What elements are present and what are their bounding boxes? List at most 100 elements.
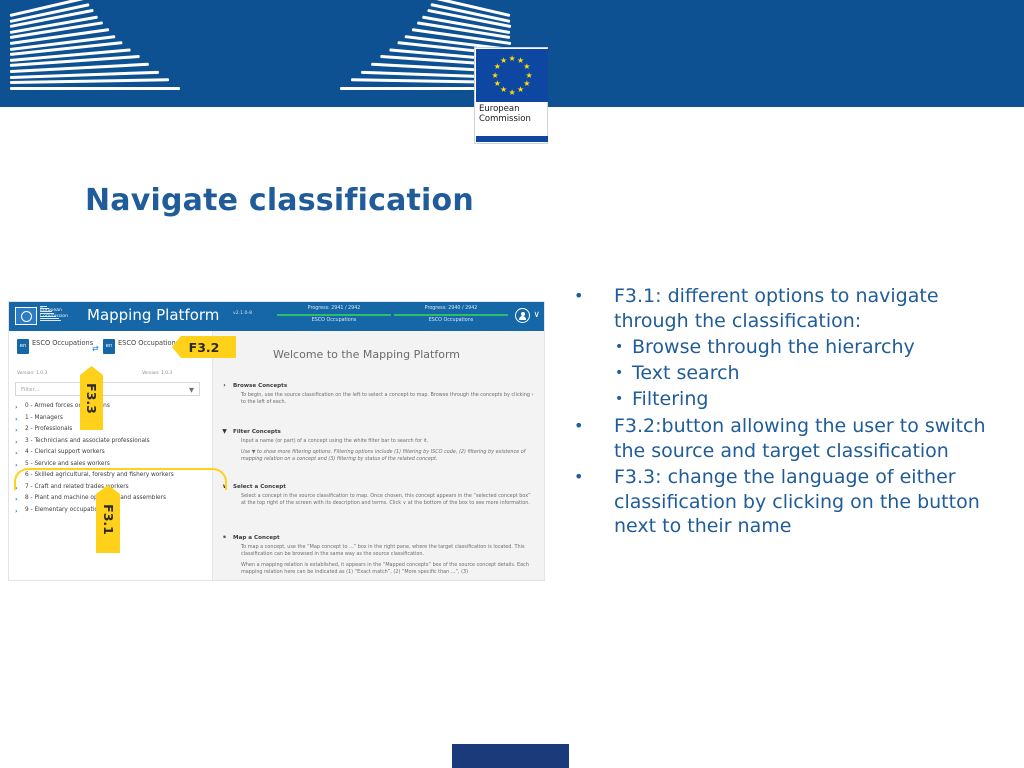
section-browse-concepts: › Browse Concepts To begin, use the sour… (221, 382, 537, 410)
funnel-icon[interactable]: ▼ (189, 386, 194, 394)
eu-star-icon: ★ (523, 62, 531, 71)
logo-underline (476, 136, 548, 142)
wave-line (10, 86, 180, 90)
sub-bullet-text: Filtering (632, 388, 709, 410)
tree-item-label: 1 - Managers (25, 414, 63, 421)
ec-banner: ★ ★ ★ ★ ★ ★ ★ ★ ★ ★ ★ ★ European Commission (0, 0, 1024, 144)
progress-target-label: Progress: 2940 / 2942 (424, 306, 478, 311)
tree-item-label: 9 - Elementary occupations (25, 506, 105, 513)
tree-item[interactable]: › 4 - Clerical support workers (15, 448, 207, 458)
sub-bullet-item: • Filtering (614, 386, 1010, 412)
section-filter-concepts: ▼ Filter Concepts Input a name (or part)… (221, 428, 537, 467)
progress-source-label: Progress: 2941 / 2942 (307, 306, 361, 311)
section-select-concept: ∨ Select a Concept Select a concept in t… (221, 483, 537, 511)
source-language-badge[interactable]: en (17, 339, 29, 354)
chevron-right-icon[interactable]: › (15, 448, 21, 458)
bullet-text: F3.1: different options to navigate thro… (614, 285, 939, 332)
section-paragraph: Select a concept in the source classific… (241, 493, 531, 507)
bullet-item-f33: • F3.3: change the language of either cl… (566, 465, 1010, 539)
callout-f31-label: F3.1 (100, 503, 116, 535)
app-ec-mark: European Commission (40, 308, 68, 319)
section-header[interactable]: ▼ Filter Concepts (221, 428, 537, 435)
section-paragraph: To begin, use the source classification … (241, 392, 534, 406)
welcome-pane: Welcome to the Mapping Platform › Browse… (213, 331, 544, 580)
user-menu[interactable]: ∨ (515, 308, 540, 323)
app-logo-icon (15, 307, 37, 325)
source-classification-header[interactable]: en ESCO Occupations (17, 339, 93, 354)
eu-star-icon: ★ (523, 79, 531, 88)
chevron-right-icon[interactable]: › (15, 425, 21, 435)
tree-item[interactable]: › 2 - Professionals (15, 425, 207, 435)
user-circle-icon[interactable] (515, 308, 531, 323)
eu-flag-icon: ★ ★ ★ ★ ★ ★ ★ ★ ★ ★ ★ ★ (476, 49, 548, 102)
eu-star-icon: ★ (508, 87, 516, 97)
logo-text-line1: European (479, 104, 520, 114)
bullet-text: F3.3: change the language of either clas… (614, 466, 980, 537)
tree-item-label: 3 - Technicians and associate profession… (25, 437, 150, 444)
banner-wave-left (9, 0, 180, 94)
progress-source: Progress: 2941 / 2942 ESCO Occupations (277, 305, 391, 324)
callout-f33: F3.3 (80, 366, 103, 430)
bullet-list: • F3.1: different options to navigate th… (566, 284, 1010, 541)
bullet-item-f31: • F3.1: different options to navigate th… (566, 284, 1010, 412)
page-title: Navigate classification (85, 183, 474, 218)
eu-star-icon: ★ (493, 79, 501, 88)
chevron-right-icon[interactable]: › (15, 414, 21, 424)
progress-source-bar (277, 313, 391, 316)
avatar-body (519, 316, 527, 321)
chevron-down-icon[interactable]: ∨ (533, 311, 540, 320)
eu-star-icon: ★ (491, 70, 499, 80)
chevron-right-icon[interactable]: › (15, 494, 21, 504)
section-title: Select a Concept (233, 484, 286, 490)
app-version: v2.1.0-8 (233, 311, 252, 316)
chevron-right-icon[interactable]: › (15, 506, 21, 516)
bullet-marker: • (615, 365, 624, 381)
sub-bullet-item: • Text search (614, 360, 1010, 386)
app-logo-ring (21, 311, 32, 322)
chevron-right-icon[interactable]: › (15, 402, 21, 412)
source-classification-version: Version: 1.0.3 (17, 371, 48, 376)
target-classification-header[interactable]: en ESCO Occupations (103, 339, 179, 354)
target-classification-name: ESCO Occupations (118, 339, 180, 347)
chevron-right-icon[interactable]: › (15, 437, 21, 447)
target-classification-version: Version: 1.0.3 (142, 371, 173, 376)
sub-bullet-text: Text search (632, 362, 740, 384)
link-icon[interactable]: ⚭ (221, 534, 228, 541)
wave-line (9, 78, 170, 85)
bottom-bar (452, 744, 569, 768)
tree-item-label: 4 - Clerical support workers (25, 449, 105, 455)
eu-star-icon: ★ (517, 85, 525, 95)
european-commission-logo: ★ ★ ★ ★ ★ ★ ★ ★ ★ ★ ★ ★ European Commission (474, 47, 548, 144)
sub-bullet-text: Browse through the hierarchy (632, 336, 915, 358)
tree-item[interactable]: › 0 - Armed forces occupations (15, 402, 207, 412)
avatar-head (520, 311, 525, 316)
sub-bullet-item: • Browse through the hierarchy (614, 334, 1010, 360)
section-header[interactable]: ∨ Select a Concept (221, 483, 537, 490)
bullet-marker: • (574, 286, 584, 305)
source-classification-name: ESCO Occupations (32, 339, 94, 347)
chevron-right-icon[interactable]: › (15, 460, 21, 470)
tree-item-label: 8 - Plant and machine operators and asse… (25, 495, 167, 501)
bullet-marker: • (574, 416, 584, 435)
callout-f31: F3.1 (96, 485, 120, 553)
swap-classification-icon[interactable]: ⇄ (92, 345, 99, 353)
target-language-badge[interactable]: en (103, 339, 115, 354)
section-paragraph-italic: Use ▼ to show more filtering options. Fi… (241, 448, 526, 462)
eu-star-icon: ★ (500, 55, 508, 65)
section-paragraph: Input a name (or part) of a concept usin… (241, 438, 429, 444)
tree-item[interactable]: › 3 - Technicians and associate professi… (15, 437, 207, 447)
callout-leader-line (14, 468, 227, 490)
progress-source-classification: ESCO Occupations (311, 318, 357, 323)
funnel-icon[interactable]: ▼ (221, 428, 228, 435)
bullet-marker: • (615, 391, 624, 407)
section-map-concept: ⚭ Map a Concept To map a concept, use th… (221, 534, 537, 580)
chevron-right-icon[interactable]: › (221, 382, 228, 389)
progress-target-classification: ESCO Occupations (428, 318, 474, 323)
app-title: Mapping Platform (87, 306, 220, 324)
tree-item[interactable]: › 1 - Managers (15, 414, 207, 424)
section-header[interactable]: › Browse Concepts (221, 382, 537, 389)
progress-target-bar (394, 313, 508, 316)
app-wave-line (40, 320, 61, 322)
filter-input[interactable]: Filter... ▼ (15, 382, 200, 396)
section-header[interactable]: ⚭ Map a Concept (221, 534, 537, 541)
